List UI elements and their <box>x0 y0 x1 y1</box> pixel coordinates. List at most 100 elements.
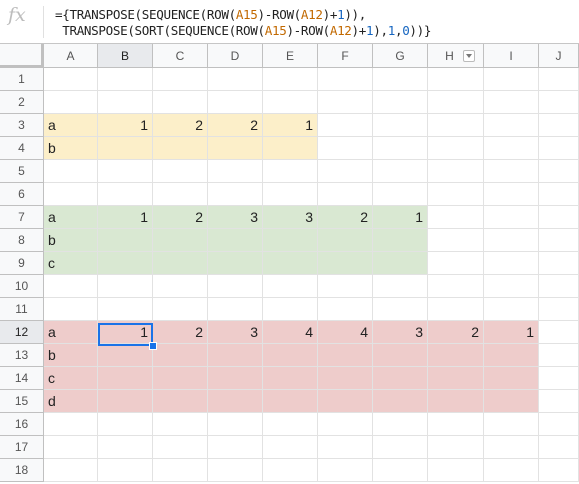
cell-j11[interactable] <box>539 298 579 321</box>
cell-c14[interactable] <box>153 367 208 390</box>
cell-a15[interactable]: d <box>44 390 98 413</box>
cell-b3[interactable]: 1 <box>98 114 153 137</box>
row-header-11[interactable]: 11 <box>0 298 44 321</box>
formula-bar[interactable]: fx ={TRANSPOSE(SEQUENCE(ROW(A15)-ROW(A12… <box>0 0 579 44</box>
column-header-h[interactable]: H <box>428 44 484 68</box>
cell-h16[interactable] <box>428 413 484 436</box>
cell-d2[interactable] <box>208 91 263 114</box>
cell-d10[interactable] <box>208 275 263 298</box>
cell-g4[interactable] <box>373 137 428 160</box>
row-header-1[interactable]: 1 <box>0 68 44 91</box>
cell-f8[interactable] <box>318 229 373 252</box>
cell-f13[interactable] <box>318 344 373 367</box>
cell-f16[interactable] <box>318 413 373 436</box>
cell-d4[interactable] <box>208 137 263 160</box>
cell-b9[interactable] <box>98 252 153 275</box>
cell-b18[interactable] <box>98 459 153 482</box>
cell-h10[interactable] <box>428 275 484 298</box>
cell-e15[interactable] <box>263 390 318 413</box>
cell-j8[interactable] <box>539 229 579 252</box>
cell-c12[interactable]: 2 <box>153 321 208 344</box>
cell-g16[interactable] <box>373 413 428 436</box>
cell-f15[interactable] <box>318 390 373 413</box>
cell-c11[interactable] <box>153 298 208 321</box>
cell-g8[interactable] <box>373 229 428 252</box>
cell-c13[interactable] <box>153 344 208 367</box>
cell-e17[interactable] <box>263 436 318 459</box>
cell-h5[interactable] <box>428 160 484 183</box>
cell-b15[interactable] <box>98 390 153 413</box>
fill-handle[interactable] <box>149 342 157 350</box>
cell-j5[interactable] <box>539 160 579 183</box>
cell-a3[interactable]: a <box>44 114 98 137</box>
cell-d15[interactable] <box>208 390 263 413</box>
cell-c7[interactable]: 2 <box>153 206 208 229</box>
cell-j3[interactable] <box>539 114 579 137</box>
cell-d18[interactable] <box>208 459 263 482</box>
filter-dropdown-icon[interactable] <box>463 50 475 62</box>
cell-d13[interactable] <box>208 344 263 367</box>
cell-b5[interactable] <box>98 160 153 183</box>
cell-c10[interactable] <box>153 275 208 298</box>
cell-d9[interactable] <box>208 252 263 275</box>
cell-e2[interactable] <box>263 91 318 114</box>
cell-h8[interactable] <box>428 229 484 252</box>
cell-e10[interactable] <box>263 275 318 298</box>
cell-g11[interactable] <box>373 298 428 321</box>
cell-d16[interactable] <box>208 413 263 436</box>
cell-a4[interactable]: b <box>44 137 98 160</box>
cell-e11[interactable] <box>263 298 318 321</box>
cell-b2[interactable] <box>98 91 153 114</box>
cell-i1[interactable] <box>484 68 539 91</box>
row-header-17[interactable]: 17 <box>0 436 44 459</box>
cell-b12[interactable]: 1 <box>98 321 153 344</box>
cell-j16[interactable] <box>539 413 579 436</box>
cell-h6[interactable] <box>428 183 484 206</box>
cell-b17[interactable] <box>98 436 153 459</box>
cell-b16[interactable] <box>98 413 153 436</box>
cell-b7[interactable]: 1 <box>98 206 153 229</box>
cell-h9[interactable] <box>428 252 484 275</box>
cell-h18[interactable] <box>428 459 484 482</box>
cell-e6[interactable] <box>263 183 318 206</box>
cell-b13[interactable] <box>98 344 153 367</box>
cell-f6[interactable] <box>318 183 373 206</box>
cell-b11[interactable] <box>98 298 153 321</box>
cell-g7[interactable]: 1 <box>373 206 428 229</box>
cell-h7[interactable] <box>428 206 484 229</box>
column-header-c[interactable]: C <box>153 44 208 68</box>
cell-a7[interactable]: a <box>44 206 98 229</box>
cell-f10[interactable] <box>318 275 373 298</box>
cell-g6[interactable] <box>373 183 428 206</box>
cell-d17[interactable] <box>208 436 263 459</box>
cell-i18[interactable] <box>484 459 539 482</box>
cell-i4[interactable] <box>484 137 539 160</box>
column-header-b[interactable]: B <box>98 44 153 68</box>
cell-j7[interactable] <box>539 206 579 229</box>
cell-d8[interactable] <box>208 229 263 252</box>
cell-b6[interactable] <box>98 183 153 206</box>
cell-g2[interactable] <box>373 91 428 114</box>
select-all-corner[interactable] <box>0 44 44 68</box>
cell-g14[interactable] <box>373 367 428 390</box>
column-header-f[interactable]: F <box>318 44 373 68</box>
cell-j2[interactable] <box>539 91 579 114</box>
cell-d14[interactable] <box>208 367 263 390</box>
cell-h12[interactable]: 2 <box>428 321 484 344</box>
column-header-e[interactable]: E <box>263 44 318 68</box>
cell-i15[interactable] <box>484 390 539 413</box>
cell-b1[interactable] <box>98 68 153 91</box>
cell-a1[interactable] <box>44 68 98 91</box>
row-header-4[interactable]: 4 <box>0 137 44 160</box>
cell-h11[interactable] <box>428 298 484 321</box>
cell-g1[interactable] <box>373 68 428 91</box>
cell-f18[interactable] <box>318 459 373 482</box>
row-header-3[interactable]: 3 <box>0 114 44 137</box>
cell-g17[interactable] <box>373 436 428 459</box>
cell-f2[interactable] <box>318 91 373 114</box>
cell-c18[interactable] <box>153 459 208 482</box>
cell-j9[interactable] <box>539 252 579 275</box>
cell-h15[interactable] <box>428 390 484 413</box>
column-header-i[interactable]: I <box>484 44 539 68</box>
cell-d1[interactable] <box>208 68 263 91</box>
